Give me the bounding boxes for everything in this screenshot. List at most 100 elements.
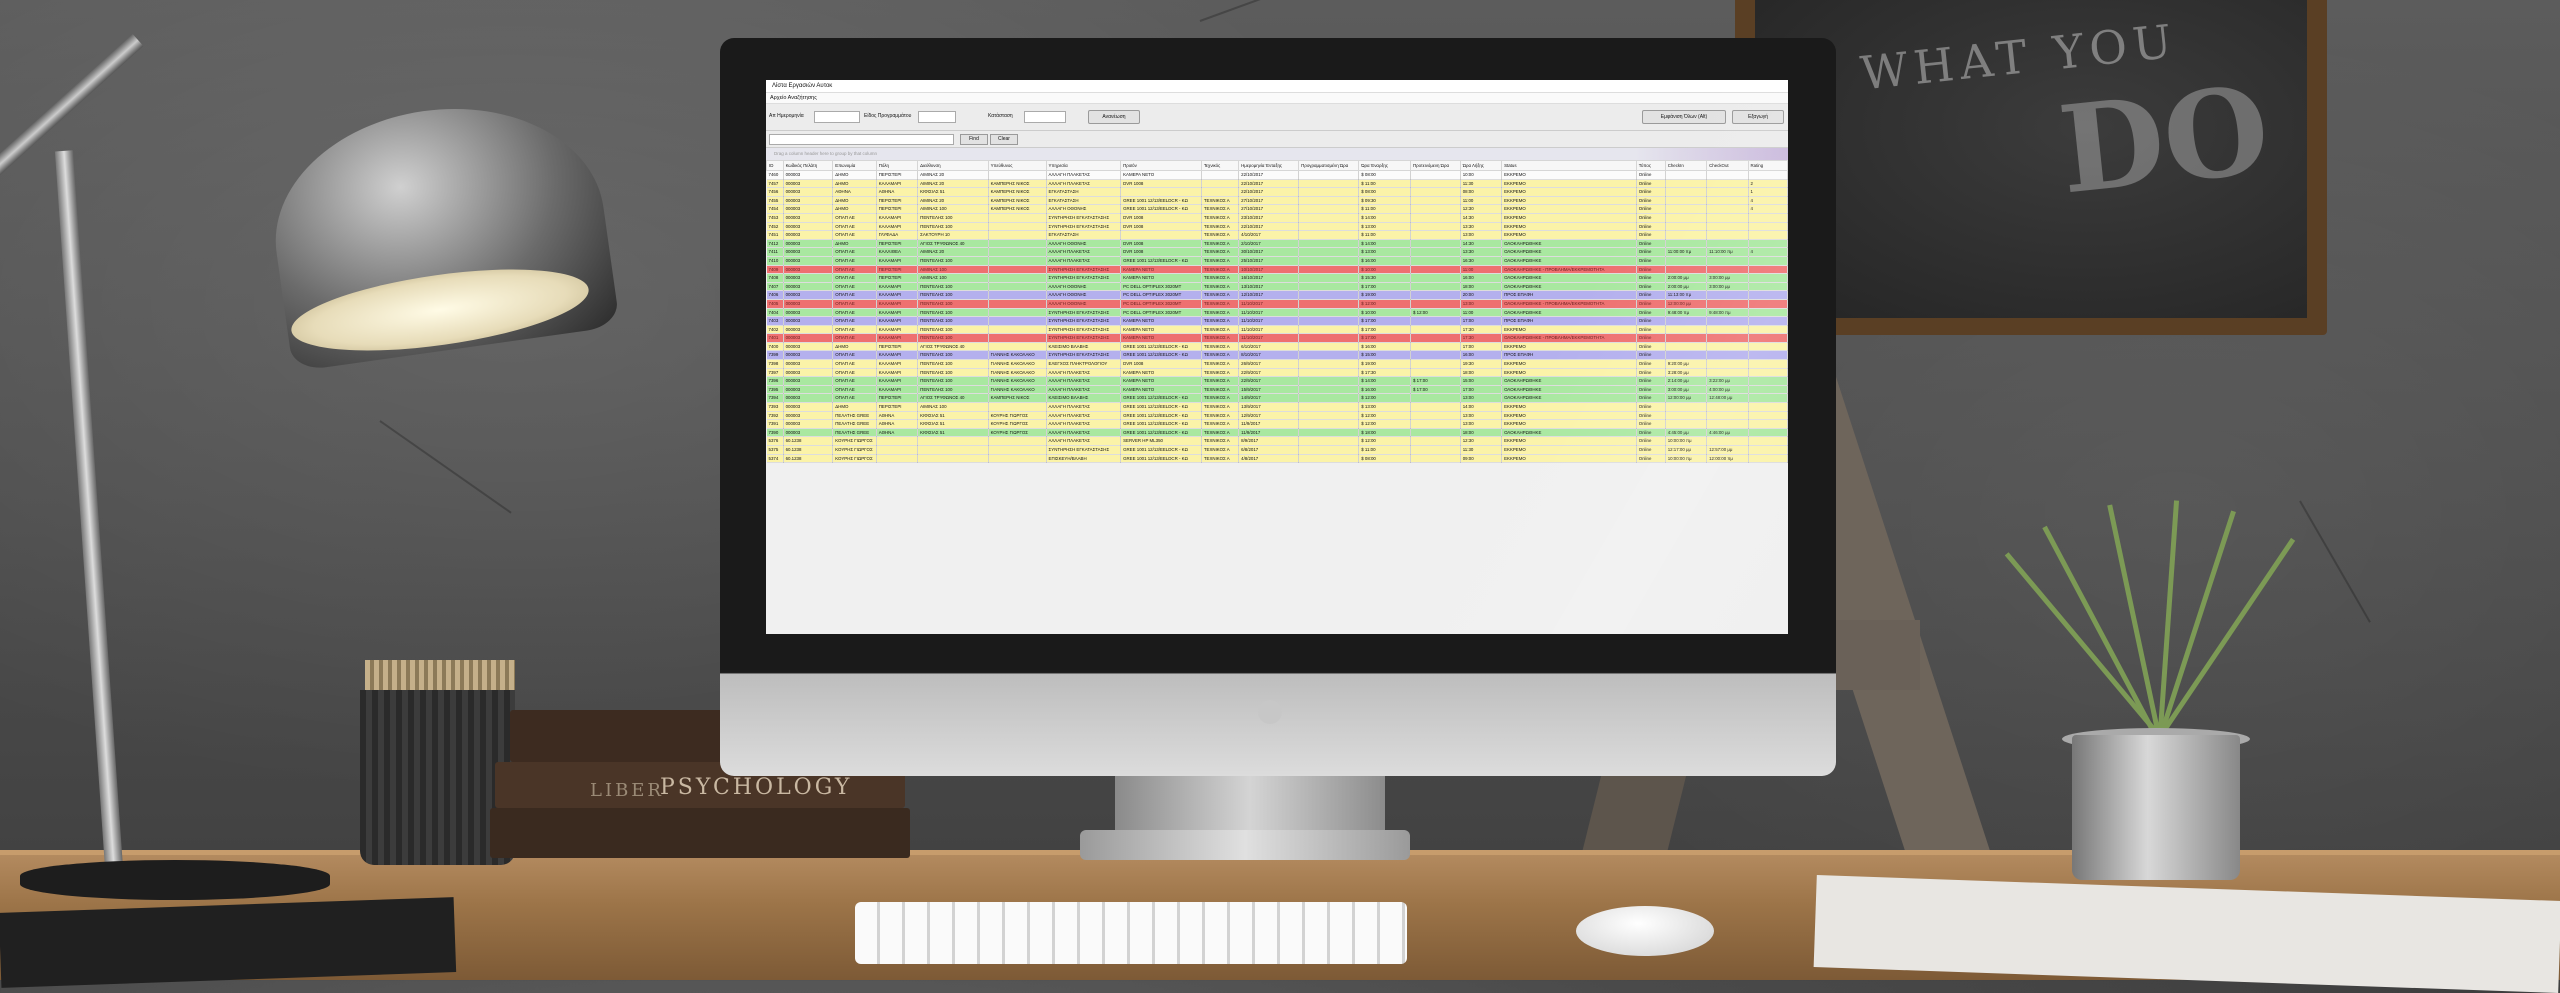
table-row[interactable]: 7411 000003 ΟΠΑΠ ΑΕ ΚΑΛΛΙΘΕΑ ΑΙΜΙΝΑΣ 20 ΑΛΛΑΓ…	[766, 247, 1788, 257]
table-cell: ΑΛΛΑΓΗ ΟΘΟΝΗΣ	[1046, 299, 1122, 309]
table-cell: ΟΛΟΚΛΗΡΩΘΗΚΕ	[1501, 239, 1637, 249]
table-row[interactable]: 7455 000003 ΔΗΜΟ ΠΕΡΙΣΤΕΡΙ ΑΙΜΙΝΑΣ 20 ΚΑΜΠΕΡΗ…	[766, 196, 1788, 206]
table-cell: 2:14:00 μμ	[1665, 376, 1708, 386]
table-cell: 7410	[766, 256, 784, 266]
show-all-button[interactable]: Εμφάνιση Όλων (Alt)	[1642, 110, 1726, 124]
table-row[interactable]: 7460 000003 ΔΗΜΟ ΠΕΡΙΣΤΕΡΙ ΑΙΜΙΝΑΣ 20 ΑΛΛΑΓΗ …	[766, 170, 1788, 180]
jobs-grid: ID Κωδικός Πελάτη Επωνυμία Πόλη Διεύθυνση Υπε…	[766, 160, 1788, 464]
table-cell: 6/8/2017	[1238, 445, 1300, 455]
table-cell: $ 16:00	[1358, 342, 1411, 352]
table-row[interactable]: 7456 000003 ΑΘΗΝΑ ΑΘΗΝΑ ΚΙΦΙΣΙΑΣ 51 ΚΑΜΠΕΡΗΣ …	[766, 187, 1788, 197]
export-button[interactable]: Εξαγωγή	[1732, 110, 1784, 124]
column-header[interactable]: Ώρα Λήξης	[1459, 160, 1503, 171]
table-cell	[1665, 325, 1708, 335]
table-cell: ΤΕΧΝΙΚΟΣ Α	[1201, 308, 1240, 318]
table-row[interactable]: 7392 000003 ΠΕΛΑΤΗΣ GREE ΑΘΗΝΑ ΚΙΦΙΣΙΑΣ 51 ΚΟ…	[766, 411, 1788, 421]
table-row[interactable]: 7451 000003 ΟΠΑΠ ΑΕ ΓΛΥΦΑΔΑ ΣΑΚΤΟΥΡΗ 10 ΕΓΚΑΤ…	[766, 230, 1788, 240]
table-cell: 10:00:00 πμ	[1665, 436, 1708, 446]
table-row[interactable]: 7400 000003 ΔΗΜΟ ΠΕΡΙΣΤΕΡΙ ΑΓΙΟΣ ΤΡΥΦΩΝΟΣ 40…	[766, 342, 1788, 352]
table-row[interactable]: 7410 000003 ΟΠΑΠ ΑΕ ΚΑΛΑΜΑΡΙ ΠΕΝΤΕΛΗΣ 100 ΑΛΛ…	[766, 256, 1788, 266]
table-cell: $ 08:00	[1358, 187, 1411, 197]
column-header[interactable]: Προϊόν	[1120, 160, 1202, 171]
table-cell: ΑΙΜΙΝΑΣ 100	[917, 204, 989, 214]
column-header[interactable]: Τεχνικός	[1200, 160, 1240, 171]
table-row[interactable]: 7395 000003 ΟΠΑΠ ΑΕ ΚΑΛΑΜΑΡΙ ΠΕΝΤΕΛΗΣ 100 ΓΙΑ…	[766, 385, 1788, 395]
table-row[interactable]: 7454 000003 ΔΗΜΟ ΠΕΡΙΣΤΕΡΙ ΑΙΜΙΝΑΣ 100 ΚΑΜΠΕΡ…	[766, 204, 1788, 214]
table-row[interactable]: 7403 000003 ΟΠΑΠ ΑΕ ΚΑΛΑΜΑΡΙ ΠΕΝΤΕΛΗΣ 100 ΣΥΝ…	[766, 316, 1788, 326]
table-row[interactable]: 7390 000003 ΠΕΛΑΤΗΣ GREE ΑΘΗΝΑ ΚΙΦΙΣΙΑΣ 51 ΚΟ…	[766, 428, 1788, 438]
column-header[interactable]: Διεύθυνση	[917, 160, 989, 171]
search-input[interactable]	[769, 134, 954, 145]
column-header[interactable]: Πόλη	[875, 160, 919, 171]
type-filter-select[interactable]	[918, 111, 956, 123]
table-row[interactable]: 5374 60.1238 ΚΟΥΡΗΣ ΓΙΩΡΓΟΣ ΕΠΙΣΚΕΥΗ/ΒΛΑΒΗ G…	[766, 454, 1788, 464]
group-by-area[interactable]: Drag a column header here to group by th…	[766, 148, 1788, 160]
refresh-button[interactable]: Ανανέωση	[1088, 110, 1140, 124]
table-cell: ΠΕΝΤΕΛΗΣ 100	[917, 256, 989, 266]
table-row[interactable]: 5376 60.1238 ΚΟΥΡΗΣ ΓΙΩΡΓΟΣ ΑΛΛΑΓΗ ΠΛΑΚΕΤΑΣ…	[766, 436, 1788, 446]
table-row[interactable]: 7452 000003 ΟΠΑΠ ΑΕ ΚΑΛΑΜΑΡΙ ΠΕΝΤΕΛΗΣ 100 ΣΥΝ…	[766, 222, 1788, 232]
column-header[interactable]: CheckOut	[1706, 160, 1749, 171]
table-cell	[1410, 445, 1461, 455]
table-cell	[1298, 179, 1360, 189]
table-row[interactable]: 7453 000003 ΟΠΑΠ ΑΕ ΚΑΛΑΜΑΡΙ ΠΕΝΤΕΛΗΣ 100 ΣΥΝ…	[766, 213, 1788, 223]
table-cell: ΤΕΧΝΙΚΟΣ Α	[1201, 393, 1240, 404]
column-header[interactable]: Υπηρεσία	[1045, 160, 1122, 171]
table-row[interactable]: 7401 000003 ΟΠΑΠ ΑΕ ΚΑΛΑΜΑΡΙ ΠΕΝΤΕΛΗΣ 100 ΣΥΝ…	[766, 333, 1788, 343]
table-row[interactable]: 7404 000003 ΟΠΑΠ ΑΕ ΚΑΛΑΜΑΡΙ ΠΕΝΤΕΛΗΣ 100 ΣΥΝ…	[766, 308, 1788, 318]
table-cell	[1748, 350, 1788, 361]
table-cell	[988, 273, 1047, 283]
column-header[interactable]: Προγραμματισμένη Ώρα	[1298, 160, 1360, 171]
clear-button[interactable]: Clear	[990, 134, 1018, 145]
menu-item[interactable]: Αρχείο Αναζήτησης	[770, 95, 817, 101]
table-row[interactable]: 7406 000003 ΟΠΑΠ ΑΕ ΚΑΛΑΜΑΡΙ ΠΕΝΤΕΛΗΣ 100 ΑΛΛ…	[766, 290, 1788, 300]
table-cell: ΟΠΑΠ ΑΕ	[832, 325, 877, 335]
column-header[interactable]: Rating	[1747, 160, 1788, 171]
table-cell	[1665, 170, 1708, 180]
table-row[interactable]: 7396 000003 ΟΠΑΠ ΑΕ ΚΑΛΑΜΑΡΙ ΠΕΝΤΕΛΗΣ 100 ΓΙΑ…	[766, 376, 1788, 386]
table-cell: ΚΑΛΑΜΑΡΙ	[876, 282, 919, 292]
table-cell: $ 15:30	[1358, 273, 1411, 283]
table-row[interactable]: 7408 000003 ΟΠΑΠ ΑΕ ΠΕΡΙΣΤΕΡΙ ΑΙΜΙΝΑΣ 100 ΣΥΝ…	[766, 273, 1788, 283]
column-header[interactable]: Τύπος	[1635, 160, 1666, 171]
status-filter-select[interactable]	[1024, 111, 1066, 123]
table-cell: ΕΚΚΡΕΜΟ	[1501, 170, 1637, 180]
column-header[interactable]: Ώρα Έναρξης	[1358, 160, 1411, 171]
column-header[interactable]: Κωδικός Πελάτη	[782, 160, 834, 171]
table-cell	[1748, 265, 1788, 275]
table-row[interactable]: 7399 000003 ΟΠΑΠ ΑΕ ΚΑΛΑΜΑΡΙ ΠΕΝΤΕΛΗΣ 100 ΓΙΑ…	[766, 350, 1788, 361]
column-header[interactable]: Υπεύθυνος	[987, 160, 1047, 171]
table-row[interactable]: 7394 000003 ΟΠΑΠ ΑΕ ΠΕΡΙΣΤΕΡΙ ΑΓΙΟΣ ΤΡΥΦΩΝΟΣ…	[766, 393, 1788, 404]
table-row[interactable]: 7409 000003 ΟΠΑΠ ΑΕ ΠΕΡΙΣΤΕΡΙ ΑΙΜΙΝΑΣ 100 ΣΥΝ…	[766, 265, 1788, 275]
table-row[interactable]: 7412 000003 ΔΗΜΟ ΠΕΡΙΣΤΕΡΙ ΑΓΙΟΣ ΤΡΥΦΩΝΟΣ 40…	[766, 239, 1788, 249]
date-filter-select[interactable]	[814, 111, 860, 123]
table-cell: ΠΕΝΤΕΛΗΣ 100	[917, 359, 989, 369]
table-row[interactable]: 7407 000003 ΟΠΑΠ ΑΕ ΚΑΛΑΜΑΡΙ ΠΕΝΤΕΛΗΣ 100 ΑΛΛ…	[766, 282, 1788, 292]
column-header[interactable]: Ημερομηνία Ένταξης	[1238, 160, 1300, 171]
table-row[interactable]: 7405 000003 ΟΠΑΠ ΑΕ ΚΑΛΑΜΑΡΙ ΠΕΝΤΕΛΗΣ 100 ΑΛΛ…	[766, 299, 1788, 309]
table-row[interactable]: 7402 000003 ΟΠΑΠ ΑΕ ΚΑΛΑΜΑΡΙ ΠΕΝΤΕΛΗΣ 100 ΣΥΝ…	[766, 325, 1788, 335]
table-cell: $ 16:00	[1358, 256, 1411, 266]
table-cell: 2	[1748, 179, 1788, 189]
column-header[interactable]: Επωνυμία	[832, 160, 877, 171]
table-cell: 000003	[783, 265, 834, 275]
table-row[interactable]: 7457 000003 ΔΗΜΟ ΚΑΛΑΜΑΡΙ ΑΙΜΙΝΑΣ 20 ΚΑΜΠΕΡΗΣ…	[766, 179, 1788, 189]
table-cell	[1298, 411, 1360, 421]
table-cell	[1298, 290, 1360, 300]
table-row[interactable]: 7398 000003 ΟΠΑΠ ΑΕ ΚΑΛΑΜΑΡΙ ΠΕΝΤΕΛΗΣ 100 ΓΙΑ…	[766, 359, 1788, 369]
table-cell: 000003	[783, 256, 834, 266]
table-row[interactable]: 7393 000003 ΔΗΜΟ ΠΕΡΙΣΤΕΡΙ ΑΙΜΙΝΑΣ 100 ΑΛΛΑΓΗ…	[766, 402, 1788, 412]
table-cell: 14/9/2017	[1238, 393, 1300, 404]
table-cell: ΔΗΜΟ	[832, 204, 877, 214]
table-cell: ΤΕΧΝΙΚΟΣ Α	[1201, 428, 1240, 438]
table-row[interactable]: 5375 60.1238 ΚΟΥΡΗΣ ΓΙΩΡΓΟΣ ΣΥΝΤΗΡΗΣΗ ΕΓΚΑΤ…	[766, 445, 1788, 455]
column-header[interactable]: Status	[1501, 160, 1637, 171]
table-cell	[1410, 247, 1461, 257]
table-row[interactable]: 7391 000003 ΠΕΛΑΤΗΣ GREE ΑΘΗΝΑ ΚΙΦΙΣΙΑΣ 51 ΚΟ…	[766, 419, 1788, 429]
column-header[interactable]: Προτεινόμενη Ώρα	[1409, 160, 1461, 171]
column-header[interactable]: ID	[766, 160, 784, 171]
find-button[interactable]: Find	[960, 134, 988, 145]
column-header[interactable]: CheckIn	[1664, 160, 1708, 171]
table-row[interactable]: 7397 000003 ΟΠΑΠ ΑΕ ΚΑΛΑΜΑΡΙ ΠΕΝΤΕΛΗΣ 100 ΓΙΑ…	[766, 368, 1788, 378]
table-cell: 000003	[783, 411, 834, 421]
